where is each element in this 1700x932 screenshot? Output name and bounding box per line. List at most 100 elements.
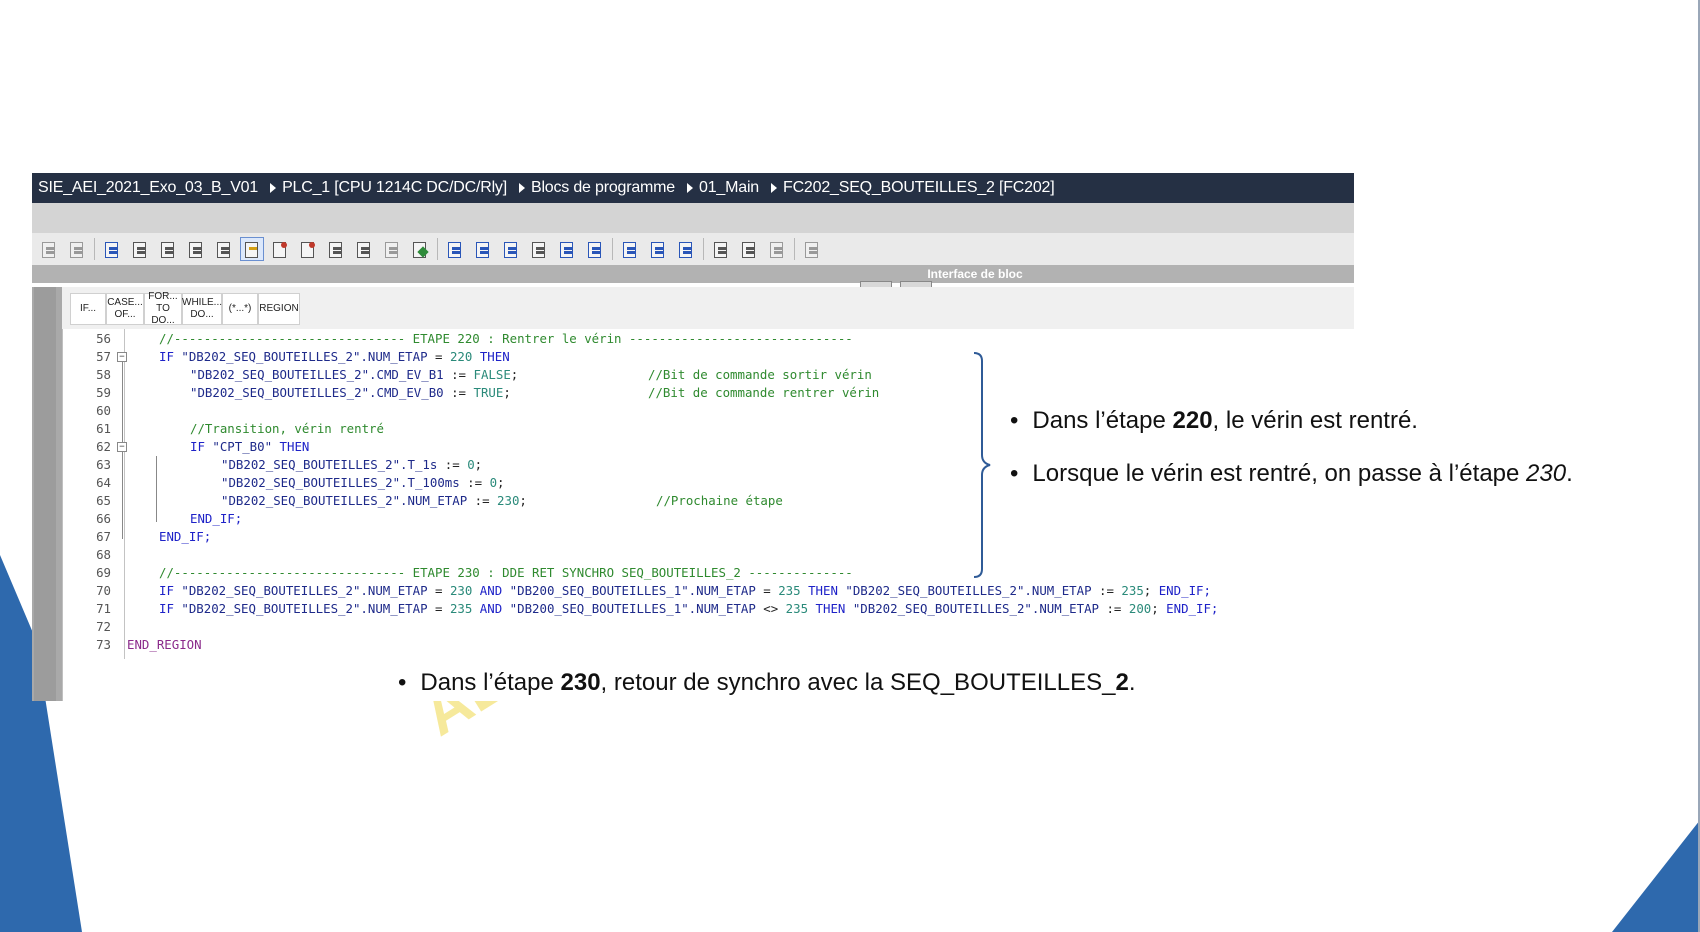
compare-offline-icon[interactable] bbox=[766, 238, 788, 260]
bullet-text: . bbox=[1566, 460, 1573, 487]
code-line: 68 bbox=[63, 545, 1355, 565]
favorites-icon[interactable] bbox=[240, 237, 264, 261]
identifier: "DB200_SEQ_BOUTEILLES_1".NUM_ETAP bbox=[502, 601, 756, 616]
identifier: "DB202_SEQ_BOUTEILLES_2".NUM_ETAP bbox=[181, 349, 428, 364]
identifier: "DB202_SEQ_BOUTEILLES_2".NUM_ETAP bbox=[845, 601, 1100, 616]
bookmark-next-icon[interactable] bbox=[353, 238, 375, 260]
line-number: 70 bbox=[96, 583, 111, 598]
collapse-icon[interactable]: − bbox=[117, 442, 127, 452]
line-number: 63 bbox=[96, 457, 111, 472]
delete-network-icon[interactable] bbox=[66, 238, 88, 260]
operator: ; bbox=[503, 385, 511, 400]
snippet-case[interactable]: CASE... OF... bbox=[106, 293, 144, 325]
toolbar-separator bbox=[794, 238, 795, 260]
operator: := bbox=[467, 493, 498, 508]
refresh-icon[interactable] bbox=[675, 238, 697, 260]
code-comment: //Prochaine étape bbox=[656, 493, 783, 508]
operator: = bbox=[755, 583, 779, 598]
keyword: END_IF; bbox=[159, 529, 212, 544]
indent-right-icon[interactable] bbox=[500, 238, 522, 260]
comment-icon[interactable] bbox=[556, 238, 578, 260]
download-icon[interactable] bbox=[213, 238, 235, 260]
literal: 200 bbox=[1128, 601, 1152, 616]
bullet-bold: 220 bbox=[1172, 407, 1213, 434]
insert-network-icon[interactable] bbox=[38, 238, 60, 260]
breadcrumb-arrow-icon bbox=[518, 183, 525, 193]
identifier: "DB202_SEQ_BOUTEILLES_2".CMD_EV_B1 bbox=[190, 367, 444, 382]
identifier: "DB202_SEQ_BOUTEILLES_2".NUM_ETAP bbox=[221, 493, 468, 508]
clear-breakpoint-icon[interactable] bbox=[297, 238, 319, 260]
toolbar-separator bbox=[612, 238, 613, 260]
snippet-label: REGION bbox=[259, 303, 299, 314]
bullet-text: Lorsque le vérin est rentré, on passe à … bbox=[1032, 460, 1527, 487]
snippet-region[interactable]: REGION bbox=[258, 293, 300, 325]
breadcrumb-group[interactable]: 01_Main bbox=[699, 179, 759, 197]
keyword: AND bbox=[472, 601, 503, 616]
left-scroll-panel bbox=[34, 287, 56, 701]
format-icon[interactable] bbox=[528, 238, 550, 260]
line-number: 66 bbox=[96, 511, 111, 526]
identifier: "DB202_SEQ_BOUTEILLES_2".NUM_ETAP bbox=[837, 583, 1092, 598]
snippet-label: (*...*) bbox=[228, 303, 252, 314]
block-interface-label: Interface de bloc bbox=[927, 267, 1023, 281]
breadcrumb-block[interactable]: FC202_SEQ_BOUTEILLES_2 [FC202] bbox=[783, 179, 1055, 197]
code-editor[interactable]: 56 //------------------------------- ETAP… bbox=[62, 329, 1355, 701]
bullet-etape-220: • Dans l’étape 220, le vérin est rentré. bbox=[1010, 407, 1418, 434]
snippet-for[interactable]: FOR... TO DO... bbox=[144, 291, 182, 326]
literal: 235 bbox=[785, 601, 809, 616]
bullet-text: Dans l’étape bbox=[1032, 407, 1173, 434]
code-comment: //Bit de commande sortir vérin bbox=[648, 367, 872, 382]
identifier: "DB202_SEQ_BOUTEILLES_2".T_1s bbox=[221, 457, 438, 472]
breakpoint-icon[interactable] bbox=[269, 238, 291, 260]
snippet-label: TO DO... bbox=[151, 303, 175, 326]
indent-icon[interactable] bbox=[444, 238, 466, 260]
bullet-bold: 230 bbox=[560, 669, 601, 696]
snippet-if[interactable]: IF... bbox=[70, 293, 106, 325]
glasses-icon[interactable] bbox=[710, 238, 732, 260]
keyword: END_IF; bbox=[190, 511, 243, 526]
document-icon[interactable] bbox=[185, 238, 207, 260]
breadcrumb-project[interactable]: SIE_AEI_2021_Exo_03_B_V01 bbox=[32, 179, 258, 197]
code-line: 67 END_IF; bbox=[63, 527, 1355, 547]
toolbar-separator bbox=[94, 238, 95, 260]
compare-icon[interactable] bbox=[738, 238, 760, 260]
collapse-icon[interactable]: − bbox=[117, 352, 127, 362]
line-number: 61 bbox=[96, 421, 111, 436]
uncomment-icon[interactable] bbox=[584, 238, 606, 260]
go-to-icon[interactable] bbox=[101, 238, 123, 260]
breadcrumb-arrow-icon bbox=[771, 183, 777, 193]
snippet-while[interactable]: WHILE... DO... bbox=[182, 293, 222, 325]
code-line: 73 END_REGION bbox=[63, 635, 1355, 655]
monitor-icon[interactable] bbox=[129, 238, 151, 260]
identifier: "DB200_SEQ_BOUTEILLES_1".NUM_ETAP bbox=[502, 583, 756, 598]
code-line: 59 "DB202_SEQ_BOUTEILLES_2".CMD_EV_B0 := … bbox=[63, 383, 1355, 403]
operator: := bbox=[437, 457, 468, 472]
code-line: 70 IF "DB202_SEQ_BOUTEILLES_2".NUM_ETAP =… bbox=[63, 581, 1355, 601]
operator: := bbox=[1091, 583, 1122, 598]
database-icon[interactable] bbox=[801, 238, 823, 260]
line-number: 72 bbox=[96, 619, 111, 634]
collapse-icon[interactable] bbox=[647, 238, 669, 260]
snippet-label: OF... bbox=[114, 309, 136, 320]
breadcrumb-folder[interactable]: Blocs de programme bbox=[531, 179, 675, 197]
editor-toolbar bbox=[32, 233, 1354, 265]
code-comment: //------------------------------- ETAPE … bbox=[159, 331, 853, 346]
code-line: 71 IF "DB202_SEQ_BOUTEILLES_2".NUM_ETAP =… bbox=[63, 599, 1355, 619]
bookmark-list-icon[interactable] bbox=[381, 238, 403, 260]
code-line: 56 //------------------------------- ETAP… bbox=[63, 329, 1355, 349]
breadcrumb-device[interactable]: PLC_1 [CPU 1214C DC/DC/Rly] bbox=[282, 179, 507, 197]
check-icon[interactable] bbox=[409, 238, 431, 260]
operator: := bbox=[443, 385, 474, 400]
snippet-comment[interactable]: (*...*) bbox=[222, 293, 258, 325]
keyword: END_IF; bbox=[1151, 583, 1211, 598]
literal: 220 bbox=[449, 349, 473, 364]
expand-icon[interactable] bbox=[619, 238, 641, 260]
line-number: 67 bbox=[96, 529, 111, 544]
line-number: 64 bbox=[96, 475, 111, 490]
literal: 230 bbox=[497, 493, 520, 508]
list-icon[interactable] bbox=[157, 238, 179, 260]
outdent-icon[interactable] bbox=[472, 238, 494, 260]
block-interface-bar[interactable]: Interface de bloc bbox=[32, 265, 1354, 283]
line-number: 58 bbox=[96, 367, 111, 382]
bookmark-icon[interactable] bbox=[325, 238, 347, 260]
